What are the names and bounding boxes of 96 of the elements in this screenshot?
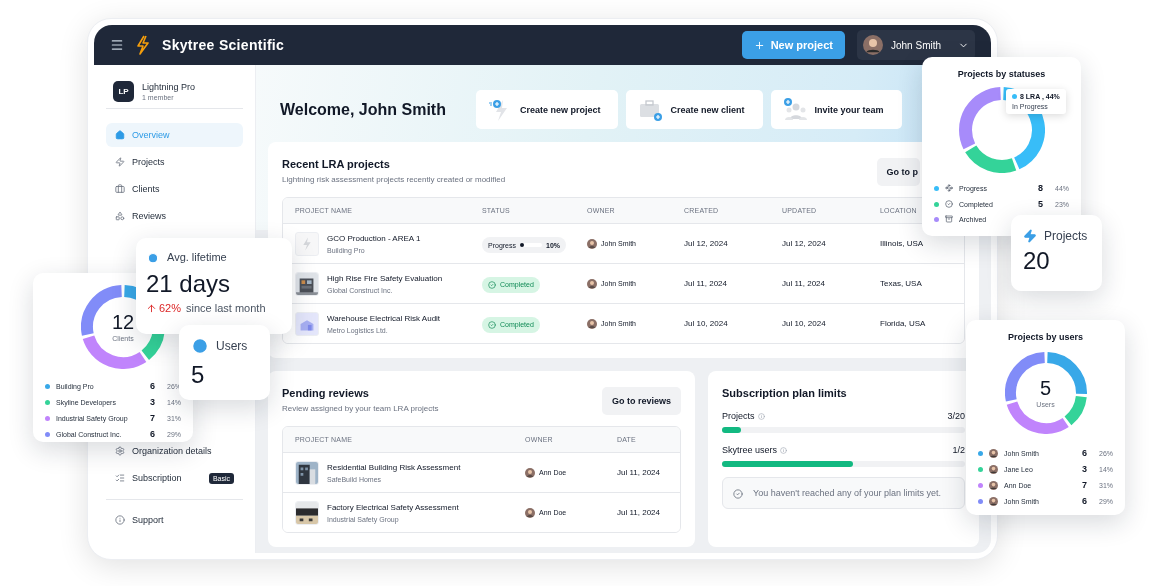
- avatar-icon: [989, 464, 998, 474]
- stat-label: Projects: [1044, 229, 1088, 243]
- quick-action-button[interactable]: Create new client: [626, 90, 763, 129]
- legend-count: 6: [1082, 448, 1087, 458]
- date-cell-text: Jul 11, 2024: [782, 279, 826, 288]
- chart-total: 12: [111, 312, 135, 332]
- avatar-icon: [989, 480, 998, 490]
- date-cell-text: Jul 10, 2024: [782, 319, 827, 328]
- menu-icon[interactable]: [110, 38, 124, 52]
- legend-count: 3: [150, 397, 155, 407]
- note-text: You haven't reached any of your plan limits yet.: [753, 487, 941, 500]
- date-cell-text: Jul 11, 2024: [617, 508, 661, 517]
- date-cell-text: Jul 12, 2024: [684, 239, 729, 248]
- location-cell-text: Illinois, USA: [880, 239, 925, 248]
- legend-count: 3: [1082, 464, 1087, 474]
- card-title: Subscription plan limits: [722, 387, 848, 399]
- bolt-icon: [1023, 229, 1037, 243]
- project-name: Residential Building Risk Assessment: [327, 462, 461, 472]
- quick-action-button[interactable]: Create new project: [475, 90, 619, 129]
- stat-label: Avg. lifetime: [167, 251, 227, 263]
- check-circle-icon: [488, 280, 496, 289]
- chart-total: 5: [1039, 378, 1052, 398]
- info-icon: [780, 446, 788, 454]
- org-logo: LP: [113, 81, 134, 102]
- plus-icon: [753, 39, 765, 51]
- card-subtitle: Lightning risk assessment projects recently created or modified: [282, 175, 506, 184]
- stat-value: 5: [191, 363, 206, 387]
- info-icon: [757, 412, 765, 420]
- settings-icon: [115, 446, 125, 456]
- avatar-icon: [587, 318, 597, 329]
- project-name: Warehouse Electrical Risk Audit: [327, 313, 441, 323]
- trend-change: 62%: [146, 302, 182, 314]
- warehouse-icon: [295, 311, 319, 336]
- arrow-up-icon: [146, 302, 157, 314]
- project-name: Factory Electrical Safety Assessment: [327, 502, 459, 512]
- nav-item[interactable]: Projects: [106, 150, 243, 174]
- brand-name: Skytree Scientific: [162, 37, 285, 53]
- briefcase-icon: [115, 184, 125, 194]
- check-circle-icon: [945, 200, 953, 208]
- project-name: GCO Production - AREA 1: [327, 233, 421, 243]
- legend-count: 7: [1082, 480, 1087, 490]
- limit-label: Projects: [722, 411, 755, 421]
- nav-item[interactable]: Clients: [106, 177, 243, 201]
- avatar-icon: [587, 238, 597, 249]
- avatar-icon: [863, 35, 883, 55]
- card-title: Projects by statuses: [956, 69, 1047, 79]
- stat-value: 21 days: [146, 272, 232, 296]
- location-cell-text: Texas, USA: [880, 279, 923, 288]
- date-cell-text: Jul 10, 2024: [684, 319, 729, 328]
- card-title: Pending reviews: [282, 387, 370, 399]
- limit-reading: 1/2: [952, 445, 965, 455]
- user-menu-button[interactable]: John Smith: [857, 30, 975, 60]
- home-icon: [115, 130, 125, 140]
- card-subtitle: Review assigned by your team LRA projects: [282, 404, 439, 413]
- avatar-icon: [587, 278, 597, 289]
- nav-item[interactable]: Organization details: [106, 439, 243, 463]
- date-cell-text: Jul 11, 2024: [617, 468, 661, 477]
- info-icon: [115, 515, 125, 525]
- trend-note: since last month: [186, 302, 266, 314]
- nav-item[interactable]: Support: [106, 508, 243, 532]
- stat-label: Users: [216, 339, 248, 353]
- bolt-icon: [115, 157, 125, 167]
- go-to-reviews-button[interactable]: Go to reviews: [601, 387, 681, 415]
- legend-count: 8: [1038, 183, 1043, 193]
- check-circle-icon: [733, 489, 743, 499]
- limit-reading: 3/20: [947, 411, 965, 421]
- avatar-icon: [989, 448, 998, 458]
- card-title: Projects by users: [1006, 332, 1084, 342]
- nav-item[interactable]: Reviews: [106, 204, 243, 228]
- welcome-heading: Welcome, John Smith: [280, 100, 446, 119]
- limit-label: Skytree users: [722, 445, 778, 455]
- checklist-icon: [115, 473, 125, 483]
- project-name: High Rise Fire Safety Evaluation: [327, 273, 443, 283]
- go-to-projects-button[interactable]: Go to p: [876, 158, 920, 186]
- bolt-icon: [295, 231, 319, 256]
- date-cell-text: Jul 11, 2024: [684, 279, 728, 288]
- legend-count: 7: [150, 413, 155, 423]
- org-name: Lightning Pro: [142, 82, 196, 92]
- legend-count: 6: [150, 429, 155, 439]
- date-cell-text: Jul 12, 2024: [782, 239, 827, 248]
- avatar-icon: [989, 496, 998, 506]
- lightning-logo-icon: [136, 35, 150, 55]
- quick-action-button[interactable]: Invite your team: [770, 90, 902, 129]
- archive-icon: [945, 215, 953, 223]
- legend-count: 6: [150, 381, 155, 391]
- legend-count: 5: [1038, 199, 1043, 209]
- avatar-icon: [525, 507, 535, 518]
- legend-count: 6: [1082, 496, 1087, 506]
- check-circle-icon: [488, 320, 496, 329]
- nodes-icon: [945, 184, 953, 192]
- stat-value: 20: [1023, 249, 1051, 273]
- people-plus-icon: [782, 96, 809, 123]
- avatar-icon: [525, 467, 535, 478]
- card-title: Recent LRA projects: [282, 158, 391, 170]
- location-cell-text: Florida, USA: [880, 319, 927, 328]
- shapes-icon: [115, 211, 125, 221]
